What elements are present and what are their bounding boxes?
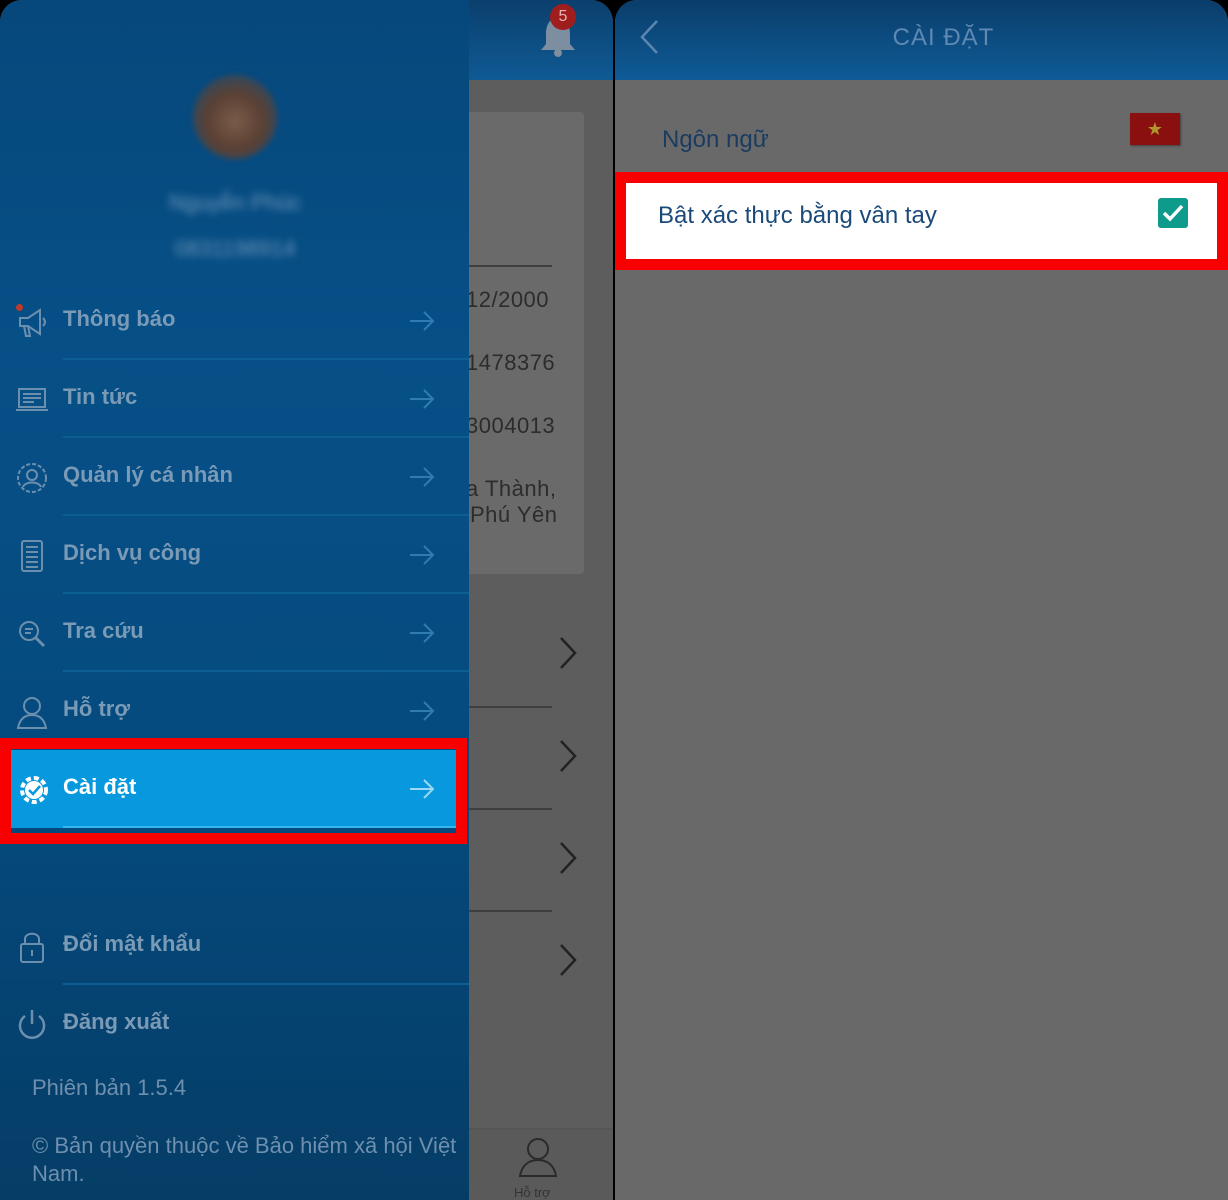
bottom-nav-label[interactable]: Hỗ trợ [514,1185,551,1200]
menu-item-notifications[interactable]: Thông báo [0,282,469,360]
page-title: CÀI ĐẶT [892,24,995,51]
chevron-right-icon[interactable] [556,839,580,877]
info-value: Phú Yên [470,502,558,527]
menu-item-lookup[interactable]: Tra cứu [0,594,469,672]
calculator-icon [21,540,43,572]
menu-item-public-services[interactable]: Dịch vụ công [0,516,469,594]
info-value: 3004013 [466,413,556,438]
user-support-icon [16,697,48,729]
menu-item-profile[interactable]: Quản lý cá nhân [0,438,469,516]
menu-label: Quản lý cá nhân [63,462,233,487]
info-value: 1478376 [466,350,556,375]
menu-label: Tin tức [63,384,138,409]
notification-badge: 5 [550,4,576,30]
menu-label: Đăng xuất [63,1009,170,1034]
menu-label: Tra cứu [63,618,144,643]
language-label: Ngôn ngữ [662,126,769,153]
chevron-right-icon[interactable] [556,634,580,672]
highlight-box [0,738,467,844]
arrow-right-icon [410,623,435,643]
app-version: Phiên bản 1.5.4 [32,1075,187,1100]
menu-item-news[interactable]: Tin tức [0,360,469,438]
lock-icon [20,932,44,963]
navigation-drawer: Nguyễn Phúc 0831198914 Thông báo Tin tức [0,0,469,1200]
arrow-right-icon [410,467,435,487]
chevron-right-icon[interactable] [556,941,580,979]
support-icon[interactable] [516,1134,560,1178]
arrow-right-icon [410,701,435,721]
newspaper-icon [16,388,48,411]
copyright-text: © Bản quyền thuộc về Bảo hiểm xã hội Việ… [32,1133,457,1186]
user-name: Nguyễn Phúc [168,190,302,215]
menu-label: Hỗ trợ [63,696,130,721]
main-screen: 5 12/2000 1478376 3004013 a Thành, Phú Y… [0,0,613,1200]
info-value: a Thành, [466,476,557,501]
settings-header: CÀI ĐẶT [615,0,1228,80]
vietnam-flag-icon[interactable]: ★ [1130,113,1180,145]
power-icon [18,1010,46,1039]
star-icon: ★ [1146,119,1164,139]
info-value: 12/2000 [466,287,550,312]
arrow-right-icon [410,389,435,409]
menu-item-logout[interactable]: Đăng xuất [0,985,469,1063]
search-doc-icon [19,621,46,648]
highlight-box [615,172,1228,270]
megaphone-icon [19,308,46,337]
arrow-right-icon [410,311,435,331]
chevron-right-icon[interactable] [556,737,580,775]
arrow-right-icon [410,545,435,565]
menu-item-change-password[interactable]: Đổi mật khẩu [0,907,469,985]
profile-icon [17,463,47,493]
menu-label: Dịch vụ công [63,540,202,565]
avatar[interactable] [193,75,277,159]
settings-screen: CÀI ĐẶT Ngôn ngữ ★ Bật xác thực bằng vân… [615,0,1228,1200]
menu-label: Thông báo [63,306,176,331]
user-id: 0831198914 [174,236,296,261]
menu-label: Đổi mật khẩu [63,931,202,956]
